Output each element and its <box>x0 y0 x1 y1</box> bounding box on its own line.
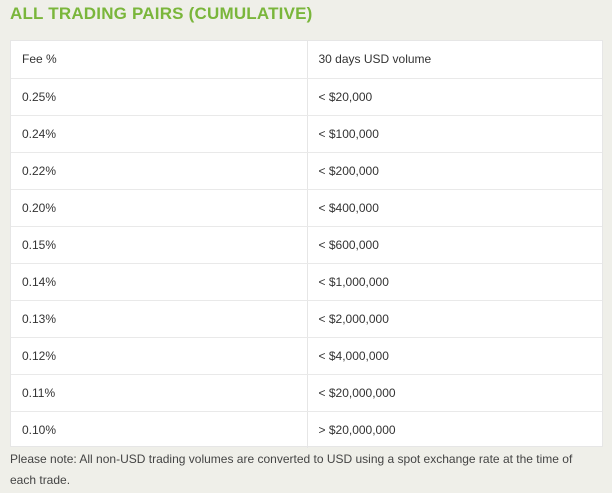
volume-cell: < $1,000,000 <box>307 263 602 301</box>
volume-cell: < $100,000 <box>307 115 602 153</box>
fee-cell: 0.14% <box>11 263 308 301</box>
fee-cell: 0.25% <box>11 78 308 116</box>
table-row: 0.14% < $1,000,000 <box>11 263 602 301</box>
volume-cell: < $4,000,000 <box>307 337 602 375</box>
fee-cell: 0.12% <box>11 337 308 375</box>
volume-cell: < $400,000 <box>307 189 602 227</box>
table-row: 0.11% < $20,000,000 <box>11 374 602 412</box>
table-row: 0.25% < $20,000 <box>11 78 602 116</box>
volume-cell: < $20,000 <box>307 78 602 116</box>
volume-cell: < $20,000,000 <box>307 374 602 412</box>
fee-column-header: Fee % <box>11 41 308 79</box>
volume-cell: < $600,000 <box>307 226 602 264</box>
table-row: 0.15% < $600,000 <box>11 226 602 264</box>
volume-cell: < $200,000 <box>307 152 602 190</box>
fee-cell: 0.11% <box>11 374 308 412</box>
volume-cell: > $20,000,000 <box>318 422 396 437</box>
fee-table-container: Fee % 30 days USD volume 0.25% < $20,000… <box>10 40 603 448</box>
volume-column-header: 30 days USD volume <box>307 41 602 79</box>
fee-cell: 0.10% <box>11 411 308 448</box>
fee-cell: 0.20% <box>11 189 308 227</box>
fee-cell: 0.13% <box>11 300 308 338</box>
table-row: 0.10% > $20,000,000 <box>11 411 602 448</box>
fee-schedule-page: ALL TRADING PAIRS (CUMULATIVE) Fee % 30 … <box>0 0 612 493</box>
fee-table-body: 0.25% < $20,000 0.24% < $100,000 0.22% <… <box>11 78 602 448</box>
volume-cell: < $2,000,000 <box>307 300 602 338</box>
section-title: ALL TRADING PAIRS (CUMULATIVE) <box>10 4 313 23</box>
fee-cell: 0.24% <box>11 115 308 153</box>
fee-cell: 0.22% <box>11 152 308 190</box>
fee-cell: 0.15% <box>11 226 308 264</box>
table-row: 0.12% < $4,000,000 <box>11 337 602 375</box>
table-row: 0.24% < $100,000 <box>11 115 602 153</box>
fee-table-header: Fee % 30 days USD volume <box>11 41 602 79</box>
table-row: 0.20% < $400,000 <box>11 189 602 227</box>
volume-conversion-note: Please note: All non-USD trading volumes… <box>10 452 573 487</box>
header-row: Fee % 30 days USD volume <box>11 41 602 79</box>
table-row: 0.13% < $2,000,000 <box>11 300 602 338</box>
table-row: 0.22% < $200,000 <box>11 152 602 190</box>
fee-table: Fee % 30 days USD volume 0.25% < $20,000… <box>11 41 602 448</box>
